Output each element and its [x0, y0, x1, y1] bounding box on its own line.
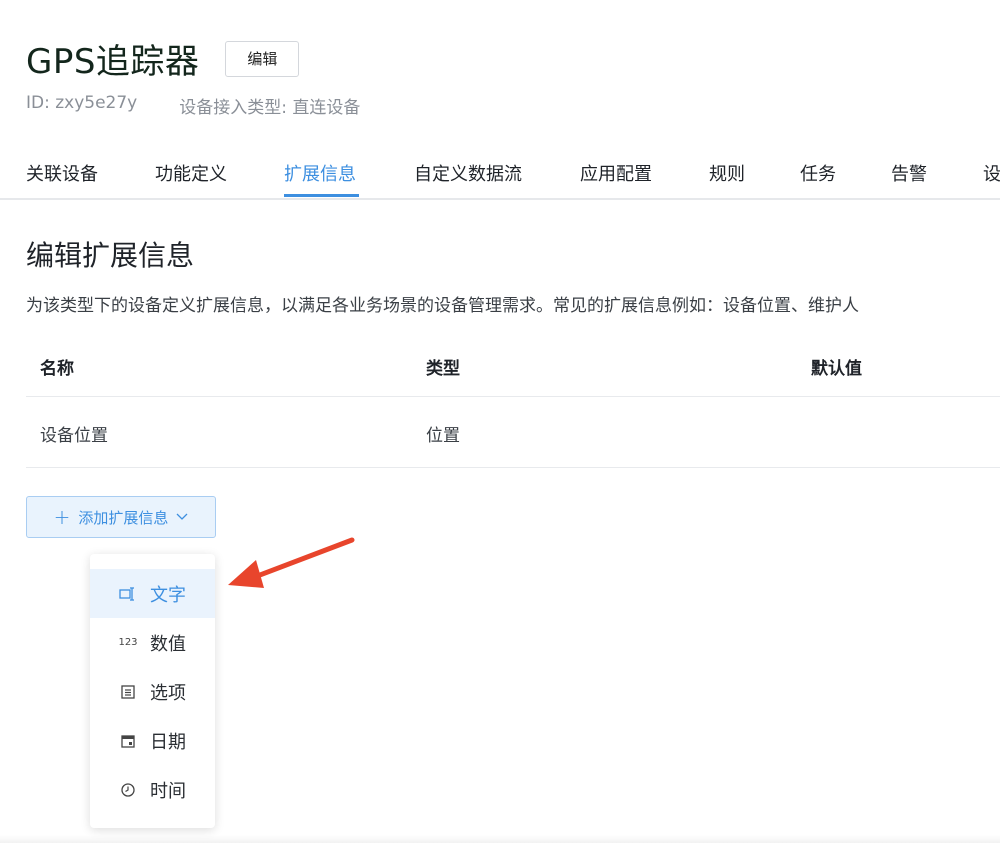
tab-bar: 关联设备 功能定义 扩展信息 自定义数据流 应用配置 规则 任务 告警 设: [0, 150, 1000, 200]
cell-name: 设备位置: [40, 426, 108, 446]
add-type-dropdown: 文字 123 数值 选项 日期 时间: [90, 554, 215, 828]
tab-settings-truncated[interactable]: 设: [983, 160, 1000, 186]
section-description: 为该类型下的设备定义扩展信息，以满足各业务场景的设备管理需求。常见的扩展信息例如…: [26, 296, 859, 316]
title-row: GPS追踪器 编辑: [26, 34, 300, 83]
section-title: 编辑扩展信息: [26, 239, 195, 272]
header-name: 名称: [40, 359, 74, 379]
menu-item-date[interactable]: 日期: [90, 716, 215, 765]
table-header: 名称 类型 默认值: [26, 334, 1000, 397]
header-type: 类型: [426, 359, 460, 379]
tab-linked-devices[interactable]: 关联设备: [26, 160, 98, 186]
annotation-arrow-icon: [228, 537, 355, 588]
text-field-icon: [118, 586, 138, 601]
access-type: 设备接入类型: 直连设备: [179, 98, 361, 118]
tab-rules[interactable]: 规则: [709, 160, 745, 186]
menu-item-number[interactable]: 123 数值: [90, 618, 215, 667]
add-extension-label: 添加扩展信息: [78, 508, 169, 527]
tab-custom-data-stream[interactable]: 自定义数据流: [414, 160, 522, 186]
menu-item-label: 数值: [150, 633, 186, 655]
menu-item-label: 时间: [150, 780, 186, 802]
meta-row: ID: zxy5e27y 设备接入类型: 直连设备: [26, 93, 360, 118]
add-extension-button[interactable]: + 添加扩展信息: [26, 496, 216, 538]
tab-app-config[interactable]: 应用配置: [580, 160, 652, 186]
edit-button[interactable]: 编辑: [225, 40, 300, 77]
list-icon: [118, 684, 138, 699]
active-tab-indicator: [284, 194, 359, 197]
tab-extended-info[interactable]: 扩展信息: [284, 160, 356, 186]
clock-icon: [118, 782, 138, 797]
chevron-down-icon: [176, 510, 188, 524]
bottom-shadow: [0, 835, 1000, 843]
menu-item-label: 选项: [150, 682, 186, 704]
menu-item-option[interactable]: 选项: [90, 667, 215, 716]
calendar-icon: [118, 734, 138, 748]
cell-type: 位置: [426, 426, 460, 446]
table-row: 设备位置 位置: [26, 397, 1000, 468]
tab-function-definition[interactable]: 功能定义: [155, 160, 227, 186]
tab-alerts[interactable]: 告警: [891, 160, 927, 186]
page: GPS追踪器 编辑 ID: zxy5e27y 设备接入类型: 直连设备 关联设备…: [0, 0, 1000, 843]
menu-item-label: 日期: [150, 731, 186, 753]
menu-item-text[interactable]: 文字: [90, 569, 215, 618]
extension-table: 名称 类型 默认值 设备位置 位置: [26, 334, 1000, 468]
tab-tasks[interactable]: 任务: [800, 160, 836, 186]
number-icon: 123: [118, 637, 138, 648]
menu-item-label: 文字: [150, 584, 186, 606]
plus-icon: +: [53, 505, 71, 529]
menu-item-time[interactable]: 时间: [90, 765, 215, 814]
page-title: GPS追踪器: [26, 42, 200, 82]
device-id: ID: zxy5e27y: [26, 93, 138, 113]
header-default: 默认值: [811, 359, 862, 379]
